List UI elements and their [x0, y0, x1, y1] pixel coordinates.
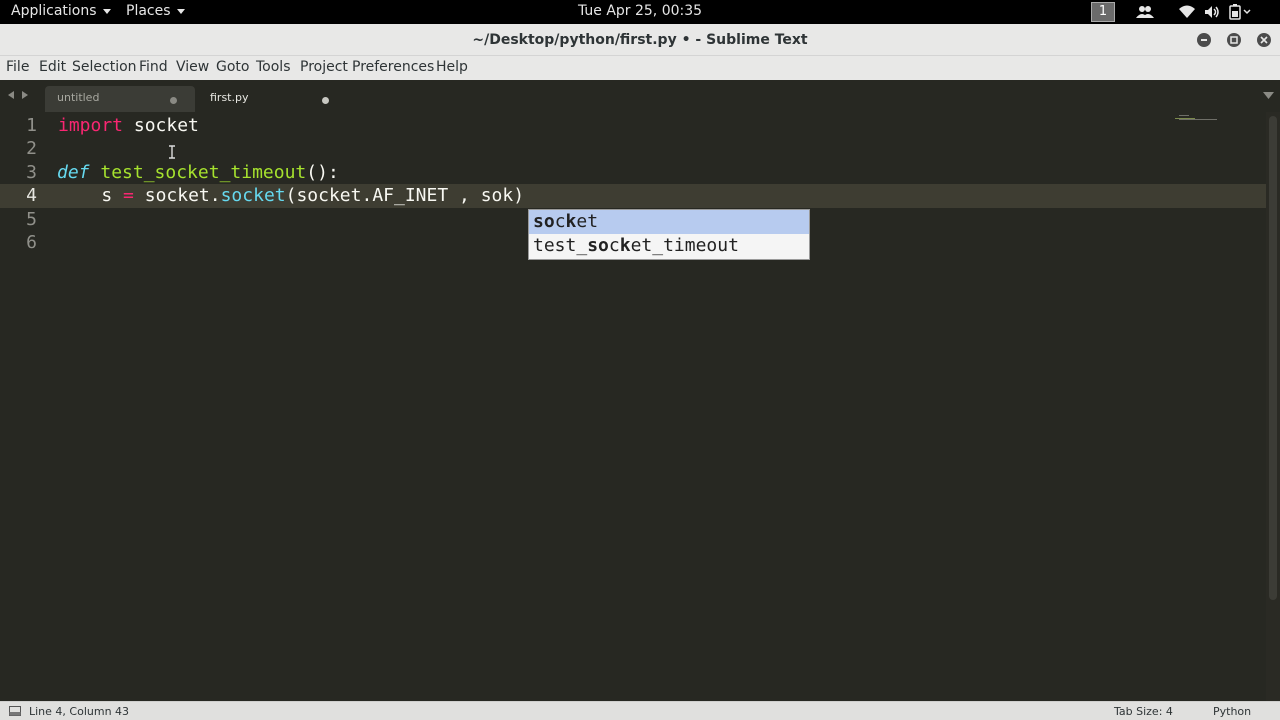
- tab-first-py[interactable]: first.py: [198, 86, 346, 112]
- wifi-icon[interactable]: [1179, 4, 1195, 20]
- tab-strip: untitled first.py: [0, 80, 1280, 112]
- code-editor[interactable]: 1 2 3 4 5 6 import socket def test_socke…: [0, 112, 1280, 701]
- def-token: def: [57, 162, 90, 183]
- close-icon: [1260, 36, 1268, 44]
- code-line-1[interactable]: import socket: [58, 115, 199, 136]
- workspace-indicator[interactable]: 1: [1091, 2, 1115, 22]
- line-number: 3: [26, 162, 37, 183]
- maximize-icon: [1230, 36, 1238, 44]
- status-bar: Line 4, Column 43 Tab Size: 4 Python: [0, 701, 1280, 720]
- tab-size-selector[interactable]: Tab Size: 4: [1114, 705, 1173, 718]
- menu-goto[interactable]: Goto: [216, 59, 249, 75]
- volume-icon[interactable]: [1204, 4, 1220, 20]
- tab-prev-icon[interactable]: [6, 90, 16, 100]
- code-text: socket.: [144, 185, 221, 206]
- battery-icon[interactable]: [1229, 4, 1251, 20]
- line-number-active: 4: [26, 185, 37, 206]
- close-button[interactable]: [1257, 33, 1271, 47]
- code-text: ():: [306, 162, 339, 183]
- text-cursor-icon: [169, 145, 175, 159]
- menu-project[interactable]: Project: [300, 59, 348, 75]
- menu-view[interactable]: View: [176, 59, 209, 75]
- gnome-top-bar: Applications Places Tue Apr 25, 00:35 1: [0, 0, 1280, 24]
- menu-edit[interactable]: Edit: [39, 59, 66, 75]
- unsaved-dot-icon[interactable]: [322, 97, 329, 104]
- line-number: 2: [26, 138, 37, 159]
- tab-next-icon[interactable]: [20, 90, 30, 100]
- minimap[interactable]: [1175, 115, 1220, 125]
- cursor-position: Line 4, Column 43: [29, 705, 130, 718]
- clock[interactable]: Tue Apr 25, 00:35: [0, 3, 1280, 19]
- line-number: 6: [26, 232, 37, 253]
- operator-token: =: [123, 185, 134, 206]
- window-title-bar[interactable]: ~/Desktop/python/first.py • - Sublime Te…: [0, 24, 1280, 56]
- line-number: 5: [26, 209, 37, 230]
- code-text: (socket.AF_INET , sok): [285, 185, 525, 206]
- menu-find[interactable]: Find: [139, 59, 168, 75]
- line-number: 1: [26, 115, 37, 136]
- autocomplete-item[interactable]: test_socket_timeout: [529, 234, 809, 258]
- code-text: socket: [123, 115, 199, 136]
- code-line-3[interactable]: def test_socket_timeout():: [57, 162, 339, 183]
- menu-selection[interactable]: Selection: [72, 59, 137, 75]
- call-token: socket: [220, 185, 286, 206]
- unsaved-dot-icon[interactable]: [170, 97, 177, 104]
- tab-label: untitled: [57, 91, 100, 104]
- vertical-scrollbar[interactable]: [1266, 112, 1280, 701]
- people-icon[interactable]: [1136, 4, 1154, 20]
- maximize-button[interactable]: [1227, 33, 1241, 47]
- panel-toggle-icon[interactable]: [9, 706, 21, 716]
- minimize-icon: [1201, 39, 1207, 41]
- menu-file[interactable]: File: [6, 59, 29, 75]
- keyword-token: import: [58, 115, 124, 136]
- menu-preferences[interactable]: Preferences: [352, 59, 434, 75]
- minimize-button[interactable]: [1197, 33, 1211, 47]
- tab-label: first.py: [210, 91, 249, 104]
- code-text: s: [101, 185, 113, 206]
- tab-list-chevron-icon[interactable]: [1263, 92, 1274, 100]
- syntax-selector[interactable]: Python: [1213, 705, 1251, 718]
- function-name-token: test_socket_timeout: [100, 162, 307, 183]
- menu-bar: File Edit Selection Find View Goto Tools…: [0, 56, 1280, 80]
- code-line-4[interactable]: s = socket.socket(socket.AF_INET , sok): [58, 185, 524, 206]
- menu-help[interactable]: Help: [436, 59, 468, 75]
- tab-untitled[interactable]: untitled: [45, 86, 195, 112]
- autocomplete-item-selected[interactable]: socket: [529, 210, 809, 234]
- window-title: ~/Desktop/python/first.py • - Sublime Te…: [472, 32, 808, 48]
- scrollbar-thumb[interactable]: [1269, 116, 1277, 600]
- autocomplete-popup[interactable]: socket test_socket_timeout socket test_s…: [528, 209, 810, 260]
- menu-tools[interactable]: Tools: [256, 59, 291, 75]
